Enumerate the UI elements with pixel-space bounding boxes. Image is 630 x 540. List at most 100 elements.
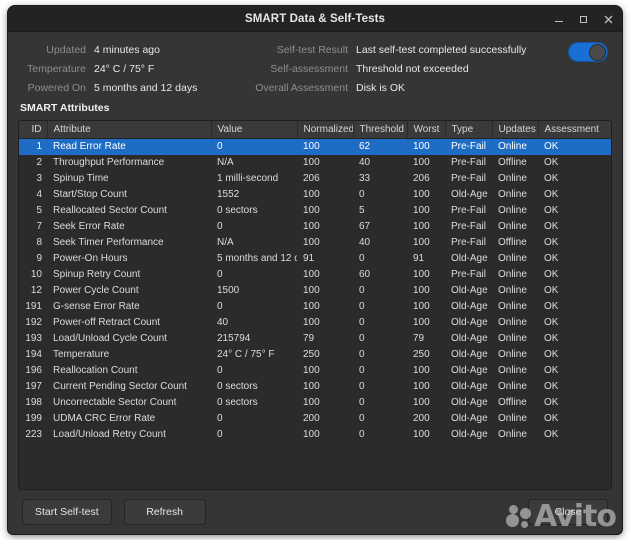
attributes-rows: 1 Read Error Rate 0 100 62 100 Pre-Fail Online O… [19,138,611,443]
cell-updates: Online [498,221,527,232]
column-header-normalized[interactable]: Normalized [297,121,354,139]
dialog-footer: Start Self-test Refresh Close Avito [8,490,622,534]
column-header-value[interactable]: Value [211,121,298,139]
table-row[interactable]: 8 Seek Timer Performance N/A 100 40 100 Pre-Fa… [19,235,611,251]
maximize-icon[interactable] [576,12,591,27]
window-controls [551,6,616,32]
table-row[interactable]: 193 Load/Unload Cycle Count 215794 79 0 79 Old… [19,331,611,347]
table-row[interactable]: 192 Power-off Retract Count 40 100 0 100 Old-A… [19,315,611,331]
screenshot-root: SMART Data & Self-Tests Updated 4 minute… [0,0,630,540]
cell-value: 0 [217,269,223,280]
cell-updates: Offline [498,237,527,248]
column-header-id[interactable]: ID [19,121,48,139]
table-header-row: ID Attribute Value Normalized Threshold … [19,121,611,139]
cell-type: Pre-Fail [451,157,487,168]
cell-worst: 100 [413,381,430,392]
cell-assessment: OK [544,269,559,280]
temperature-value: 24° C / 75° F [94,63,155,75]
cell-assessment: OK [544,301,559,312]
cell-normalized: 100 [303,157,320,168]
cell-normalized: 200 [303,413,320,424]
cell-threshold: 0 [359,365,365,376]
table-row[interactable]: 9 Power-On Hours 5 months and 12 days 91 0 91… [19,251,611,267]
cell-id: 191 [25,301,42,312]
table-row[interactable]: 223 Load/Unload Retry Count 0 100 0 100 Old-Ag… [19,427,611,443]
cell-normalized: 206 [303,173,320,184]
table-row[interactable]: 198 Uncorrectable Sector Count 0 sectors 10… [19,395,611,411]
cell-threshold: 0 [359,189,365,200]
table-row[interactable]: 194 Temperature 24° C / 75° F 250 0 250 Old-Ag… [19,347,611,363]
cell-assessment: OK [544,333,559,344]
table-row[interactable]: 196 Reallocation Count 0 100 0 100 Old-Age Onli… [19,363,611,379]
cell-value: 1500 [217,285,240,296]
window-title: SMART Data & Self-Tests [244,12,386,25]
cell-id: 8 [36,237,42,248]
cell-id: 1 [36,141,42,152]
powered-on-value: 5 months and 12 days [94,82,198,94]
table-row[interactable]: 5 Reallocated Sector Count 0 sectors 100 5 10… [19,203,611,219]
cell-id: 12 [30,285,42,296]
minimize-icon[interactable] [551,12,566,27]
refresh-button[interactable]: Refresh [123,499,206,525]
cell-id: 4 [36,189,42,200]
cell-updates: Online [498,253,527,264]
cell-assessment: OK [544,173,559,184]
cell-id: 223 [25,429,42,440]
cell-worst: 250 [413,349,430,360]
window-titlebar[interactable]: SMART Data & Self-Tests [8,6,622,32]
column-header-updates[interactable]: Updates [492,121,539,139]
start-self-test-button[interactable]: Start Self-test [22,499,112,525]
cell-updates: Online [498,301,527,312]
cell-normalized: 100 [303,285,320,296]
cell-threshold: 0 [359,301,365,312]
cell-worst: 100 [413,269,430,280]
temperature-label: Temperature [27,63,86,75]
cell-worst: 100 [413,429,430,440]
cell-type: Old-Age [451,301,488,312]
table-row[interactable]: 191 G-sense Error Rate 0 100 0 100 Old-Age Onli… [19,299,611,315]
cell-type: Pre-Fail [451,221,487,232]
table-row[interactable]: 12 Power Cycle Count 1500 100 0 100 Old-Age Onl… [19,283,611,299]
cell-threshold: 0 [359,253,365,264]
cell-value: 0 [217,413,223,424]
column-header-worst[interactable]: Worst [407,121,446,139]
column-header-type[interactable]: Type [445,121,493,139]
column-header-threshold[interactable]: Threshold [353,121,408,139]
cell-value: 0 sectors [217,397,258,408]
table-row[interactable]: 1 Read Error Rate 0 100 62 100 Pre-Fail Online O… [19,138,611,155]
table-row[interactable]: 199 UDMA CRC Error Rate 0 200 0 200 Old-Age Onl… [19,411,611,427]
cell-assessment: OK [544,365,559,376]
column-header-assessment[interactable]: Assessment [538,121,611,139]
table-row[interactable]: 3 Spinup Time 1 milli-second 206 33 206 Pre-Fa… [19,171,611,187]
column-header-attribute[interactable]: Attribute [47,121,212,139]
cell-worst: 206 [413,173,430,184]
cell-threshold: 0 [359,381,365,392]
cell-id: 7 [36,221,42,232]
cell-normalized: 100 [303,269,320,280]
cell-assessment: OK [544,253,559,264]
cell-worst: 100 [413,205,430,216]
table-row[interactable]: 4 Start/Stop Count 1552 100 0 100 Old-Age Onlin… [19,187,611,203]
cell-id: 10 [30,269,42,280]
cell-id: 196 [25,365,42,376]
attributes-scroll-area[interactable]: 1 Read Error Rate 0 100 62 100 Pre-Fail Online O… [19,138,611,490]
cell-type: Old-Age [451,413,488,424]
cell-worst: 100 [413,157,430,168]
table-row[interactable]: 197 Current Pending Sector Count 0 sectors… [19,379,611,395]
smart-enabled-switch[interactable] [568,42,608,62]
cell-worst: 79 [413,333,425,344]
cell-value: 0 sectors [217,381,258,392]
cell-attribute: Spinup Time [53,173,109,184]
close-button[interactable]: Close [528,499,608,525]
table-row[interactable]: 2 Throughput Performance N/A 100 40 100 Pre-Fa… [19,155,611,171]
smart-attributes-table[interactable]: ID Attribute Value Normalized Threshold … [18,120,612,490]
cell-type: Old-Age [451,285,488,296]
cell-worst: 100 [413,365,430,376]
cell-type: Pre-Fail [451,141,487,152]
cell-worst: 100 [413,237,430,248]
cell-value: 1 milli-second [217,173,279,184]
cell-id: 192 [25,317,42,328]
table-row[interactable]: 7 Seek Error Rate 0 100 67 100 Pre-Fail Online O… [19,219,611,235]
close-icon[interactable] [601,12,616,27]
table-row[interactable]: 10 Spinup Retry Count 0 100 60 100 Pre-Fail Onl… [19,267,611,283]
